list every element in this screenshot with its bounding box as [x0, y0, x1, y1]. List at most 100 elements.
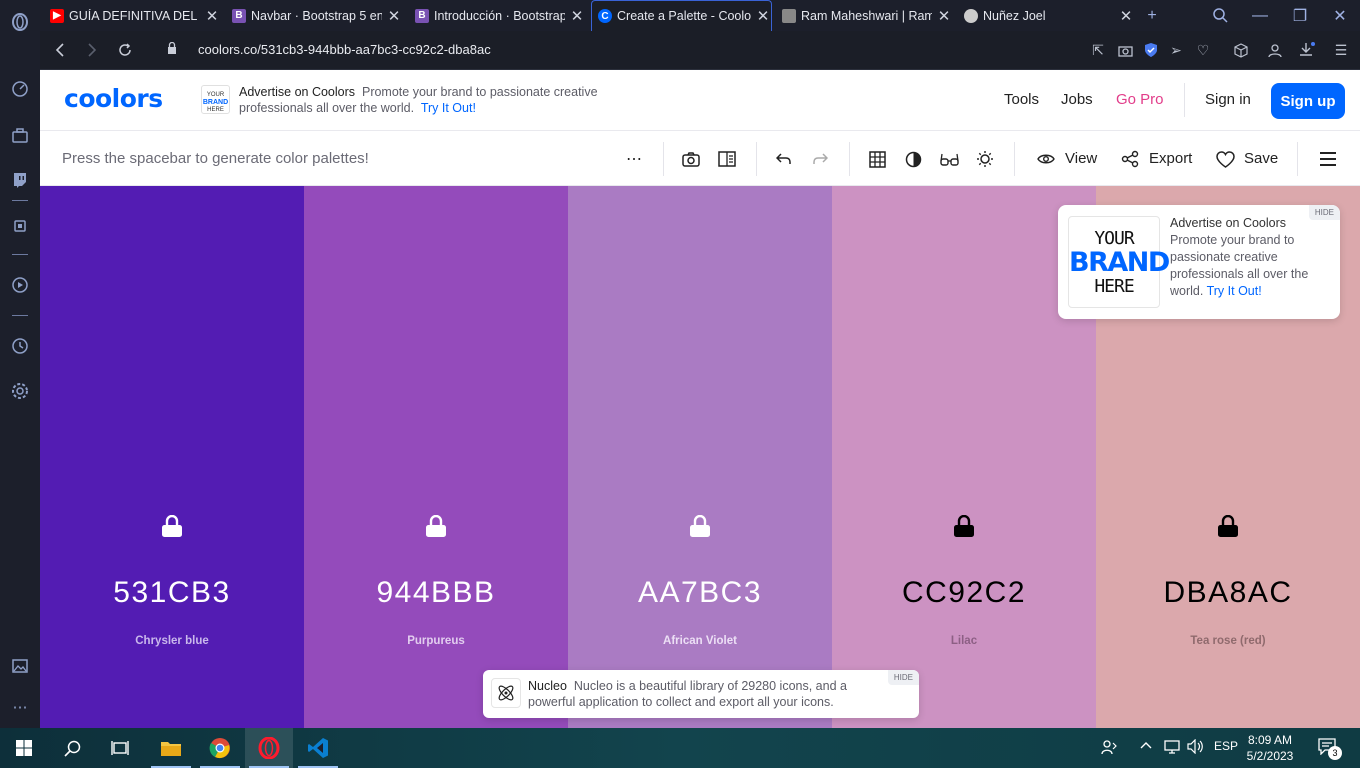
color-column[interactable]: 944BBB Purpureus [304, 186, 568, 728]
nucleo-ad[interactable]: Nucleo Nucleo is a beautiful library of … [483, 670, 919, 718]
close-tab-icon[interactable]: ✕ [936, 7, 952, 25]
nav-jobs[interactable]: Jobs [1061, 91, 1093, 108]
close-tab-icon[interactable]: ✕ [569, 7, 585, 25]
lock-icon[interactable] [954, 515, 974, 537]
save-button[interactable]: Save [1244, 150, 1278, 167]
color-hex[interactable]: 944BBB [304, 576, 568, 610]
color-column[interactable]: CC92C2 Lilac [832, 186, 1096, 728]
snapshot-icon[interactable] [1116, 41, 1134, 59]
task-view-icon[interactable] [96, 728, 144, 768]
opera-icon[interactable] [245, 728, 293, 768]
notifications-icon[interactable]: 3 [1318, 738, 1342, 760]
search-tabs-icon[interactable] [1200, 0, 1240, 31]
download-icon[interactable] [1298, 41, 1316, 59]
view-button[interactable]: View [1065, 150, 1097, 167]
search-icon[interactable] [48, 728, 96, 768]
heart-icon[interactable]: ♡ [1194, 41, 1212, 59]
tab-1[interactable]: B Navbar · Bootstrap 5 en ✕ [226, 0, 402, 31]
coolors-logo[interactable]: coolors [64, 84, 163, 113]
export-button[interactable]: Export [1149, 150, 1192, 167]
color-hex[interactable]: DBA8AC [1096, 576, 1360, 610]
tab-2[interactable]: B Introducción · Bootstrap ✕ [409, 0, 585, 31]
close-window-icon[interactable]: ✕ [1320, 0, 1360, 31]
share-icon[interactable]: ⇱ [1089, 41, 1107, 59]
player-icon[interactable] [10, 275, 30, 295]
brightness-icon[interactable] [974, 148, 996, 170]
unlock-icon[interactable] [426, 515, 446, 537]
more-icon[interactable]: ⋯ [10, 697, 30, 717]
close-tab-icon[interactable]: ✕ [755, 7, 771, 25]
system-clock[interactable]: 8:09 AM 5/2/2023 [1244, 732, 1296, 764]
gallery-icon[interactable] [10, 656, 30, 676]
unlock-icon[interactable] [690, 515, 710, 537]
color-hex[interactable]: 531CB3 [40, 576, 304, 610]
volume-icon[interactable] [1187, 738, 1204, 757]
chevron-up-icon[interactable] [1140, 739, 1152, 753]
briefcase-icon[interactable] [10, 125, 30, 145]
side-panel-icon[interactable] [716, 148, 738, 170]
ad-link[interactable]: Try It Out! [421, 101, 476, 115]
color-name[interactable]: Lilac [832, 635, 1096, 647]
tab-0[interactable]: ▶ GUÍA DEFINITIVA DEL PA ✕ [44, 0, 220, 31]
restore-icon[interactable]: ❐ [1280, 0, 1320, 31]
tab-3-active[interactable]: C Create a Palette - Coolo ✕ [591, 0, 772, 31]
new-tab-icon[interactable]: + [1132, 0, 1172, 31]
vscode-icon[interactable] [294, 728, 342, 768]
color-hex[interactable]: CC92C2 [832, 576, 1096, 610]
nav-go-pro[interactable]: Go Pro [1116, 91, 1164, 108]
language-indicator[interactable]: ESP [1214, 739, 1238, 753]
color-name[interactable]: Tea rose (red) [1096, 635, 1360, 647]
more-options-icon[interactable]: ⋯ [623, 148, 645, 170]
camera-icon[interactable] [680, 148, 702, 170]
close-tab-icon[interactable]: ✕ [386, 7, 402, 25]
color-column[interactable]: 531CB3 Chrysler blue [40, 186, 304, 728]
color-name[interactable]: African Violet [568, 635, 832, 647]
ad-card[interactable]: YOUR BRAND HERE Advertise on Coolors Pro… [1058, 205, 1340, 319]
hide-nucleo-button[interactable]: HIDE [887, 670, 919, 685]
opera-logo-icon[interactable] [10, 12, 30, 32]
profile-icon[interactable] [1266, 41, 1284, 59]
history-icon[interactable] [10, 336, 30, 356]
reload-icon[interactable] [115, 40, 135, 60]
send-icon[interactable]: ➢ [1167, 41, 1185, 59]
minimize-icon[interactable]: — [1240, 0, 1280, 31]
color-name[interactable]: Purpureus [304, 635, 568, 647]
windows-start-icon[interactable] [0, 728, 48, 768]
file-explorer-icon[interactable] [147, 728, 195, 768]
chrome-icon[interactable] [196, 728, 244, 768]
twitch-icon[interactable] [10, 170, 30, 190]
hamburger-menu-icon[interactable] [1317, 148, 1339, 170]
url-field[interactable]: coolors.co/531cb3-944bbb-aa7bc3-cc92c2-d… [198, 42, 491, 57]
glasses-icon[interactable] [938, 148, 960, 170]
ad-brand-badge[interactable]: YOUR BRAND HERE [201, 85, 230, 114]
extensions-icon[interactable] [10, 216, 30, 236]
hide-ad-button[interactable]: HIDE [1308, 205, 1340, 220]
back-icon[interactable] [50, 40, 70, 60]
network-icon[interactable] [1164, 739, 1180, 758]
speed-dial-icon[interactable] [10, 79, 30, 99]
lock-icon[interactable] [1218, 515, 1238, 537]
sign-in-link[interactable]: Sign in [1205, 91, 1251, 108]
lock-icon[interactable] [167, 42, 177, 54]
undo-icon[interactable] [773, 148, 795, 170]
settings-icon[interactable] [10, 381, 30, 401]
tab-4[interactable]: Ram Maheshwari | Ramn ✕ [776, 0, 952, 31]
grid-icon[interactable] [866, 148, 888, 170]
people-icon[interactable] [1101, 739, 1118, 758]
redo-icon[interactable] [809, 148, 831, 170]
forward-icon[interactable] [82, 40, 102, 60]
color-column[interactable]: AA7BC3 African Violet [568, 186, 832, 728]
easy-setup-icon[interactable]: ☰ [1332, 41, 1350, 59]
contrast-icon[interactable] [902, 148, 924, 170]
cube-icon[interactable] [1232, 41, 1250, 59]
tab-5[interactable]: Nuñez Joel ✕ [958, 0, 1134, 31]
eye-icon[interactable] [1035, 148, 1057, 170]
vpn-shield-icon[interactable] [1142, 41, 1160, 59]
nav-tools[interactable]: Tools [1004, 91, 1039, 108]
color-hex[interactable]: AA7BC3 [568, 576, 832, 610]
share-nodes-icon[interactable] [1119, 148, 1141, 170]
heart-icon[interactable] [1214, 148, 1236, 170]
unlock-icon[interactable] [162, 515, 182, 537]
close-tab-icon[interactable]: ✕ [204, 7, 220, 25]
color-name[interactable]: Chrysler blue [40, 635, 304, 647]
